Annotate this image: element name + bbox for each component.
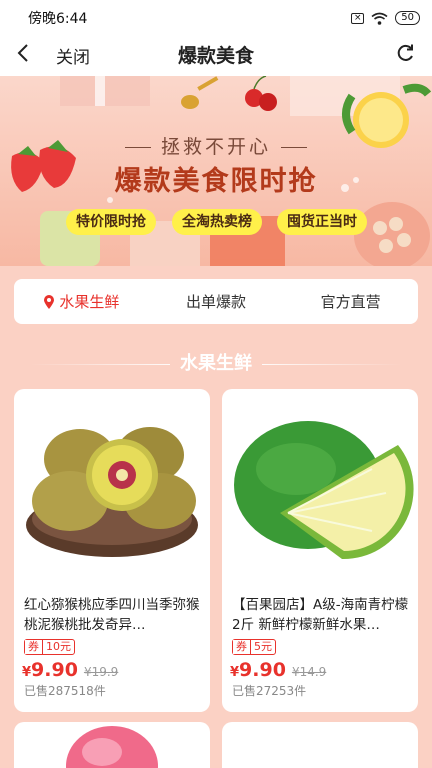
product-image-apple [66,726,158,768]
product-name: 【百果园店】A级-海南青柠檬2斤 新鲜柠檬新鲜水果… [232,597,409,633]
promo-banner[interactable]: 拯救不开心 爆款美食限时抢 特价限时抢 全淘热卖榜 囤货正当时 [0,76,432,266]
category-tabs: 水果生鲜 出单爆款 官方直营 [14,279,418,324]
tab-official-direct[interactable]: 官方直营 [283,291,418,312]
tag-special-offer[interactable]: 特价限时抢 [66,209,156,235]
price-row: ¥9.90 ¥14.9 [230,659,326,681]
product-card[interactable] [222,722,418,768]
back-icon[interactable] [16,38,30,74]
coupon-label: 券 [25,640,43,654]
product-card[interactable] [14,722,210,768]
tab-label: 水果生鲜 [59,293,120,311]
coupon-value: 10元 [46,640,71,653]
sold-count: 已售287518件 [24,684,106,698]
banner-subtitle: 拯救不开心 [0,132,432,159]
tag-stock-up[interactable]: 囤货正当时 [277,209,367,235]
price: ¥9.90 [22,659,78,681]
coupon-badge: 券 10元 [24,639,75,655]
nav-bar: 关闭 爆款美食 [0,36,432,76]
price: ¥9.90 [230,659,286,681]
product-card[interactable]: 【百果园店】A级-海南青柠檬2斤 新鲜柠檬新鲜水果… 券 5元 ¥9.90 ¥1… [222,389,418,712]
status-time: 傍晚6:44 [28,11,88,27]
original-price: ¥14.9 [291,665,327,679]
battery-icon: 50 [395,11,420,25]
refresh-icon[interactable] [394,42,416,68]
status-bar: 傍晚6:44 × 50 [0,0,432,36]
coupon-value: 5元 [254,640,272,653]
section-title: 水果生鲜 [0,349,432,375]
tab-label: 官方直营 [320,293,381,311]
product-image-lemon [222,389,418,585]
price-row: ¥9.90 ¥19.9 [22,659,118,681]
notification-muted-icon: × [351,12,365,24]
product-image-kiwi [14,389,210,585]
coupon-badge: 券 5元 [232,639,276,655]
coupon-label: 券 [233,640,251,654]
status-icons: × 50 [351,11,420,25]
tab-bestsellers[interactable]: 出单爆款 [149,291,284,312]
location-pin-icon [44,294,55,309]
tag-hot-ranking[interactable]: 全淘热卖榜 [172,209,262,235]
sold-count: 已售27253件 [232,684,307,698]
product-name: 红心猕猴桃应季四川当季弥猴桃泥猴桃批发奇异… [24,597,200,633]
tab-fruit-fresh[interactable]: 水果生鲜 [14,291,149,312]
wifi-icon [371,12,388,25]
banner-title: 爆款美食限时抢 [114,166,318,197]
section-title-text: 水果生鲜 [180,353,252,374]
original-price: ¥19.9 [83,665,119,679]
close-button[interactable]: 关闭 [56,43,90,68]
product-card[interactable]: 红心猕猴桃应季四川当季弥猴桃泥猴桃批发奇异… 券 10元 ¥9.90 ¥19.9… [14,389,210,712]
tab-label: 出单爆款 [186,293,247,311]
